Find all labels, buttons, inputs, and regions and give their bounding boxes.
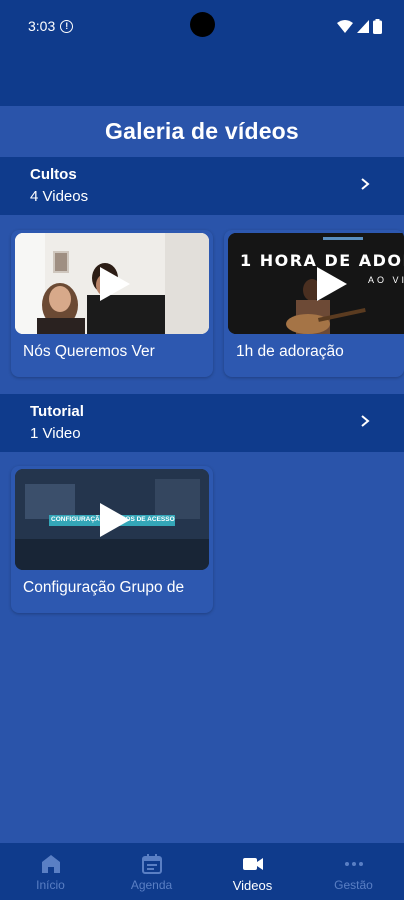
section-header-tutorial[interactable]: Tutorial 1 Video <box>0 394 404 452</box>
section-title: Cultos <box>30 166 77 183</box>
nav-item-inicio[interactable]: Início <box>0 843 101 900</box>
title-bar: Galeria de vídeos <box>0 106 404 156</box>
status-left: 3:03 ! <box>28 18 74 34</box>
thumbnail-subtext: AO VI <box>368 275 404 285</box>
section-count: 1 Video <box>30 425 81 442</box>
status-time: 3:03 <box>28 18 56 34</box>
page-title: Galeria de vídeos <box>105 117 299 144</box>
video-thumbnail <box>15 233 209 334</box>
nav-label: Agenda <box>130 878 173 892</box>
nav-item-agenda[interactable]: Agenda <box>101 843 202 900</box>
video-thumbnail: 1 HORA DE ADORAÇÃ AO VI <box>228 233 404 334</box>
wifi-icon <box>337 19 353 33</box>
nav-item-videos[interactable]: Videos <box>202 843 303 900</box>
nav-label: Gestão <box>334 878 373 892</box>
play-icon <box>316 266 347 301</box>
calendar-icon <box>141 854 162 874</box>
app-bar <box>0 52 404 106</box>
nav-label: Videos <box>232 878 273 893</box>
info-icon: ! <box>60 19 74 33</box>
camera-cutout <box>190 12 215 37</box>
section-count: 4 Videos <box>30 188 89 205</box>
video-title: 1h de adoração <box>236 343 344 360</box>
video-card[interactable]: CONFIGURAÇÃO GRUPOS DE ACESSO Configuraç… <box>11 466 213 613</box>
video-camera-icon <box>242 858 263 870</box>
section-title: Tutorial <box>30 403 84 420</box>
section-header-cultos[interactable]: Cultos 4 Videos <box>0 157 404 215</box>
cell-signal-icon <box>357 19 369 33</box>
battery-icon <box>373 18 382 34</box>
play-icon <box>100 266 130 301</box>
bottom-nav: Início Agenda Videos Gestão <box>0 843 404 900</box>
video-thumbnail: CONFIGURAÇÃO GRUPOS DE ACESSO <box>15 469 209 570</box>
more-dots-icon <box>344 862 363 866</box>
nav-label: Início <box>36 878 65 892</box>
chevron-right-icon <box>361 178 370 190</box>
video-title: Nós Queremos Ver <box>23 343 155 360</box>
video-title: Configuração Grupo de <box>23 579 185 596</box>
video-card[interactable]: Nós Queremos Ver <box>11 230 213 377</box>
status-right <box>337 18 382 34</box>
home-icon <box>41 855 60 873</box>
video-card[interactable]: 1 HORA DE ADORAÇÃ AO VI 1h de adoração <box>224 230 404 377</box>
nav-item-gestao[interactable]: Gestão <box>303 843 404 900</box>
chevron-right-icon <box>361 415 370 427</box>
play-icon <box>100 502 130 537</box>
